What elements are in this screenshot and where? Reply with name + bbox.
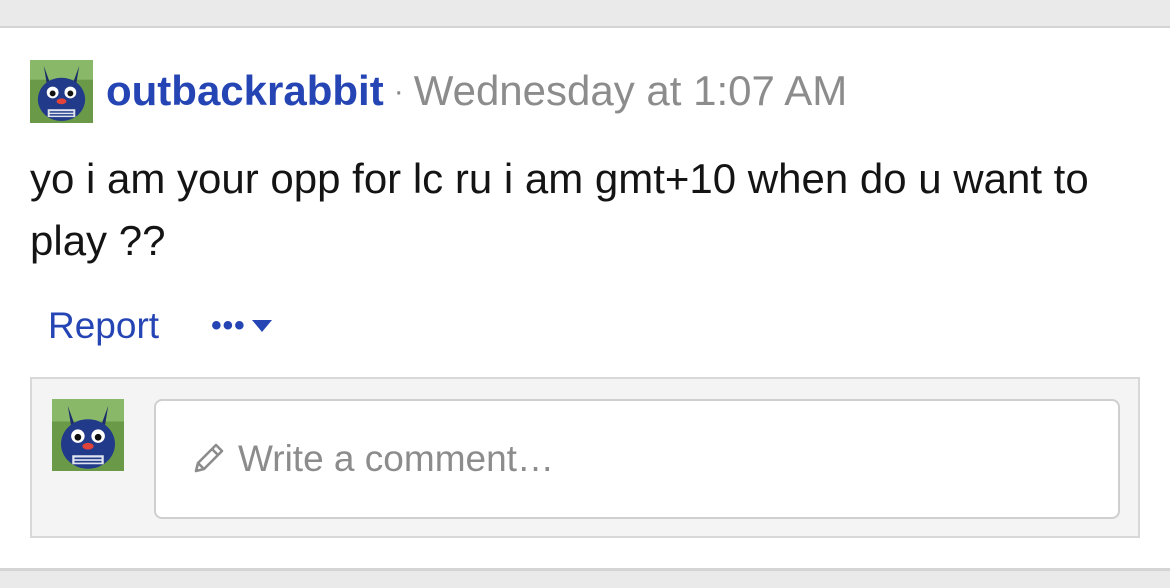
top-divider — [0, 0, 1170, 28]
post-message: yo i am your opp for lc ru i am gmt+10 w… — [30, 155, 1089, 264]
more-actions-button[interactable]: ••• — [211, 302, 272, 350]
post-actions: Report ••• — [48, 302, 272, 350]
post-meta: outbackrabbit · Wednesday at 1:07 AM — [106, 68, 847, 114]
profile-post: outbackrabbit · Wednesday at 1:07 AM yo i … — [0, 30, 1170, 568]
comment-placeholder: Write a comment… — [238, 438, 554, 479]
comment-input[interactable]: Write a comment… — [154, 399, 1120, 519]
meta-separator: · — [393, 75, 404, 108]
caret-down-icon — [251, 320, 272, 332]
user-avatar-icon[interactable] — [30, 60, 93, 123]
username-link[interactable]: outbackrabbit — [106, 67, 384, 114]
post-timestamp[interactable]: Wednesday at 1:07 AM — [414, 67, 848, 114]
current-user-avatar-icon[interactable] — [52, 399, 124, 471]
pencil-icon — [194, 443, 224, 473]
more-dots-icon: ••• — [211, 309, 246, 342]
report-link[interactable]: Report — [48, 302, 159, 350]
comment-box: Write a comment… — [30, 377, 1140, 538]
bottom-divider — [0, 568, 1170, 588]
